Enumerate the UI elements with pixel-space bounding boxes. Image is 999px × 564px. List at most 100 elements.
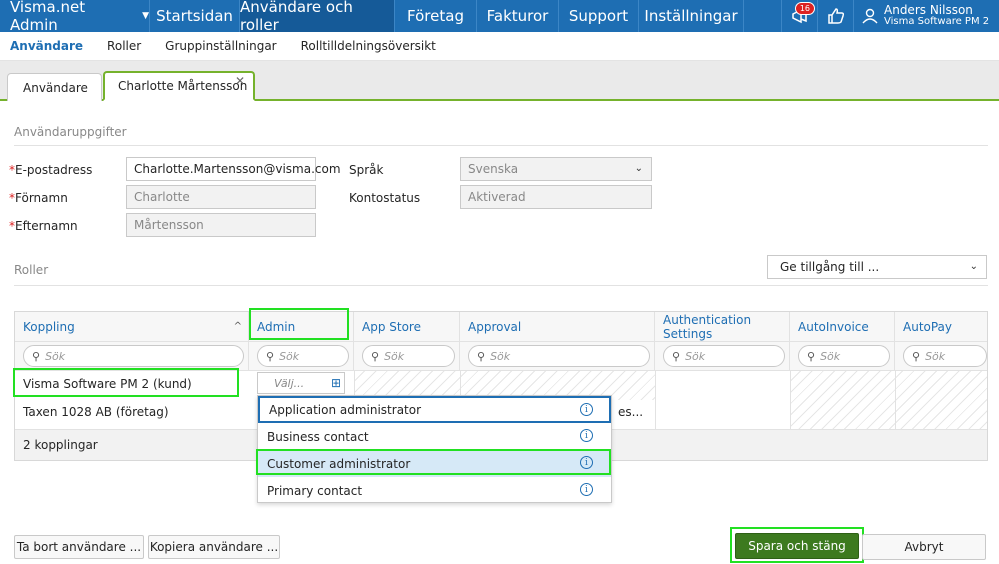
tab-bar: Användare Charlotte Mårtensson ✕	[0, 61, 999, 101]
user-organization: Visma Software PM 2	[884, 16, 990, 27]
grant-access-dropdown[interactable]: Ge tillgång till ... ⌄	[767, 255, 987, 279]
chevron-down-icon: ⌄	[969, 261, 978, 272]
filter-cell: ⚲ Sök	[895, 342, 987, 371]
nav-right-area: 16 Anders Nilsson Visma Software PM 2	[781, 0, 999, 32]
language-value: Svenska	[468, 162, 519, 176]
status-field[interactable]: Aktiverad	[460, 185, 652, 209]
chevron-down-icon: ▼	[142, 11, 149, 21]
user-icon	[862, 8, 878, 24]
search-icon: ⚲	[32, 349, 41, 363]
divider	[14, 145, 988, 146]
search-icon: ⚲	[672, 349, 681, 363]
search-input[interactable]: ⚲ Sök	[23, 345, 244, 367]
tab-user-detail[interactable]: Charlotte Mårtensson ✕	[103, 71, 255, 101]
grant-access-label: Ge tillgång till ...	[780, 260, 880, 274]
subnav-rolltilldelning[interactable]: Rolltilldelningsöversikt	[301, 39, 436, 53]
brand-title: Visma.net Admin	[10, 0, 86, 34]
status-label: Kontostatus	[349, 191, 421, 205]
thumbs-up-icon	[827, 8, 844, 24]
tab-label: Charlotte Mårtensson	[118, 79, 248, 93]
search-icon: ⚲	[266, 349, 275, 363]
language-label: Språk	[349, 163, 384, 177]
column-header-app-store[interactable]: App Store	[354, 312, 460, 342]
search-input[interactable]: ⚲ Sök	[663, 345, 785, 367]
column-header-koppling[interactable]: Koppling ^	[15, 312, 249, 342]
option-customer-administrator[interactable]: Customer administrator i	[258, 450, 611, 477]
search-input[interactable]: ⚲ Sök	[468, 345, 650, 367]
language-select[interactable]: Svenska ⌄	[460, 157, 652, 181]
search-input[interactable]: ⚲ Sök	[798, 345, 890, 367]
search-icon: ⚲	[807, 349, 816, 363]
filter-cell: ⚲ Sök	[354, 342, 460, 371]
section-title-user-details: Användaruppgifter	[14, 125, 127, 139]
column-header-authentication-settings[interactable]: Authentication Settings	[655, 312, 790, 342]
search-icon: ⚲	[371, 349, 380, 363]
app-switcher[interactable]: Visma.net Admin ▼	[0, 0, 150, 34]
divider	[14, 285, 988, 286]
table-row-label: Visma Software PM 2 (kund)	[23, 377, 192, 391]
column-header-autopay[interactable]: AutoPay	[895, 312, 987, 342]
firstname-field[interactable]: Charlotte	[126, 185, 316, 209]
filter-cell: ⚲ Sök	[655, 342, 790, 371]
tab-label: Användare	[23, 80, 88, 95]
truncated-cell-text: es...	[618, 405, 644, 419]
admin-role-combobox[interactable]: Välj... ⊞	[257, 372, 345, 394]
option-business-contact[interactable]: Business contact i	[258, 423, 611, 450]
notifications-button[interactable]: 16	[781, 0, 817, 32]
nav-foretag[interactable]: Företag	[395, 0, 477, 32]
nav-users-and-roles[interactable]: Användare och roller	[240, 0, 395, 34]
column-header-admin[interactable]: Admin	[249, 312, 354, 342]
divider	[790, 371, 791, 429]
top-navigation: Visma.net Admin ▼ Startsidan Användare o…	[0, 0, 999, 34]
sort-ascending-icon: ^	[233, 321, 242, 332]
role-options-menu: Application administrator i Business con…	[257, 395, 612, 503]
filter-cell: ⚲ Sök	[15, 342, 249, 371]
user-menu[interactable]: Anders Nilsson Visma Software PM 2	[853, 0, 999, 32]
feedback-button[interactable]	[817, 0, 853, 32]
chevron-down-icon: ⌄	[634, 163, 643, 174]
option-primary-contact[interactable]: Primary contact i	[258, 477, 611, 504]
filter-cell: ⚲ Sök	[249, 342, 354, 371]
search-icon: ⚲	[477, 349, 486, 363]
column-header-approval[interactable]: Approval	[460, 312, 655, 342]
subnav-gruppinstallningar[interactable]: Gruppinställningar	[165, 39, 276, 53]
filter-cell: ⚲ Sök	[460, 342, 655, 371]
search-input[interactable]: ⚲ Sök	[362, 345, 455, 367]
divider	[895, 371, 896, 429]
notification-badge: 16	[794, 2, 815, 15]
lastname-label: *Efternamn	[9, 219, 78, 233]
info-icon[interactable]: i	[580, 429, 593, 442]
divider	[655, 371, 656, 429]
tab-users[interactable]: Användare	[7, 73, 102, 101]
user-name: Anders Nilsson	[884, 3, 973, 17]
email-label: *E-postadress	[9, 163, 93, 177]
disabled-cell	[790, 371, 987, 429]
save-and-close-button[interactable]: Spara och stäng	[735, 533, 859, 559]
info-icon[interactable]: i	[580, 456, 593, 469]
section-title-roles: Roller	[14, 263, 49, 277]
subnav-anvandare[interactable]: Användare	[10, 39, 83, 53]
option-application-administrator[interactable]: Application administrator i	[258, 396, 611, 423]
nav-installningar[interactable]: Inställningar	[639, 0, 744, 32]
delete-user-button[interactable]: Ta bort användare ...	[14, 535, 144, 559]
search-input[interactable]: ⚲ Sök	[257, 345, 349, 367]
cancel-button[interactable]: Avbryt	[862, 534, 986, 560]
copy-user-button[interactable]: Kopiera användare ...	[148, 535, 280, 559]
sub-navigation: Användare Roller Gruppinställningar Roll…	[0, 32, 999, 61]
column-header-autoinvoice[interactable]: AutoInvoice	[790, 312, 895, 342]
filter-cell: ⚲ Sök	[790, 342, 895, 371]
search-input[interactable]: ⚲ Sök	[903, 345, 987, 367]
nav-fakturor[interactable]: Fakturor	[477, 0, 559, 32]
firstname-label: *Förnamn	[9, 191, 68, 205]
subnav-roller[interactable]: Roller	[107, 39, 141, 53]
lastname-field[interactable]: Mårtensson	[126, 213, 316, 237]
list-picker-icon[interactable]: ⊞	[331, 376, 341, 390]
search-icon: ⚲	[912, 349, 921, 363]
nav-support[interactable]: Support	[559, 0, 639, 32]
info-icon[interactable]: i	[580, 403, 593, 416]
table-row-label: Taxen 1028 AB (företag)	[23, 405, 169, 419]
close-icon[interactable]: ✕	[235, 74, 245, 88]
info-icon[interactable]: i	[580, 483, 593, 496]
email-field[interactable]: Charlotte.Martensson@visma.com	[126, 157, 341, 181]
nav-startsidan[interactable]: Startsidan	[150, 0, 240, 32]
